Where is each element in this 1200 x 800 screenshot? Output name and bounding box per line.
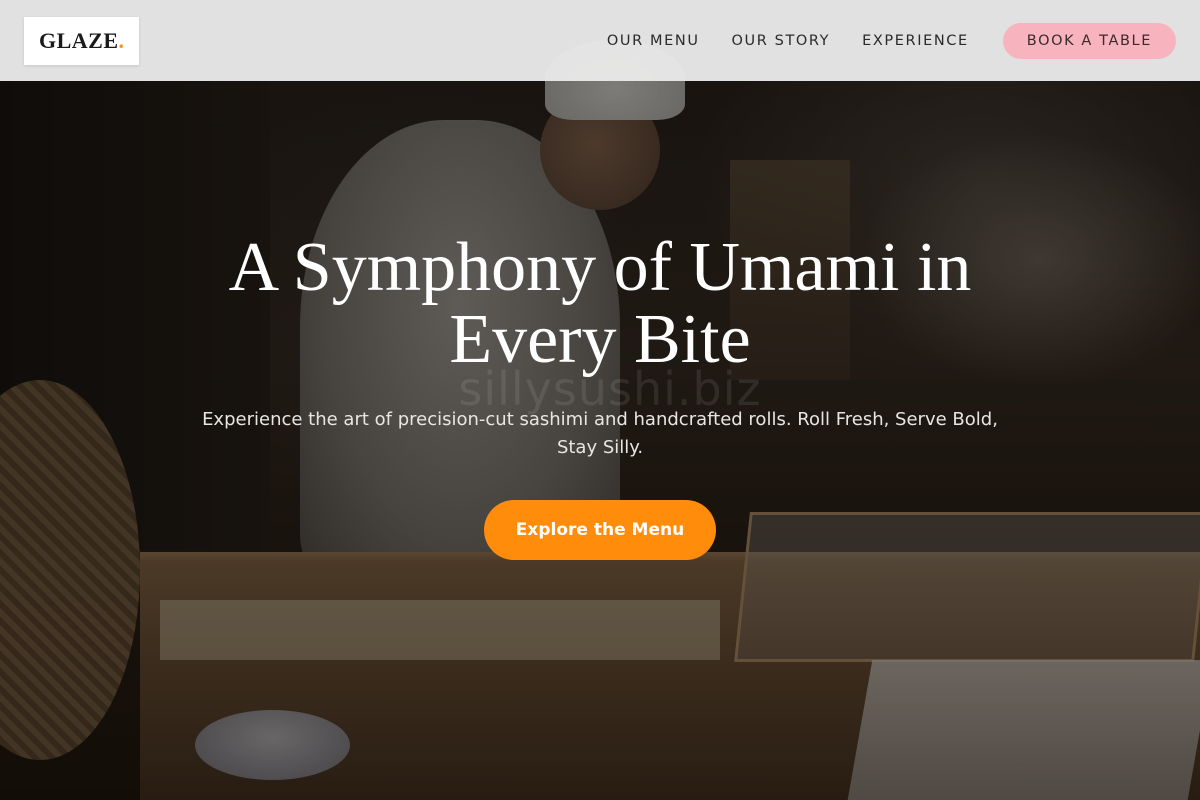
hero-subtitle: Experience the art of precision-cut sash… (202, 409, 998, 458)
site-header: GLAZE. OUR MENU OUR STORY EXPERIENCE BOO… (0, 0, 1200, 81)
book-a-table-button[interactable]: BOOK A TABLE (1002, 22, 1176, 59)
nav-link-experience[interactable]: EXPERIENCE (862, 33, 969, 49)
hero-title: A Symphony of Umami in Every Bite (228, 229, 972, 378)
logo-text: GLAZE (38, 27, 119, 53)
hero-content: A Symphony of Umami in Every Bite Experi… (0, 232, 1200, 560)
explore-menu-button[interactable]: Explore the Menu (484, 500, 716, 560)
main-nav: OUR MENU OUR STORY EXPERIENCE BOOK A TAB… (607, 22, 1176, 59)
nav-link-our-menu[interactable]: OUR MENU (607, 33, 700, 49)
logo[interactable]: GLAZE. (24, 16, 139, 65)
logo-dot: . (118, 27, 125, 53)
nav-link-our-story[interactable]: OUR STORY (732, 33, 831, 49)
